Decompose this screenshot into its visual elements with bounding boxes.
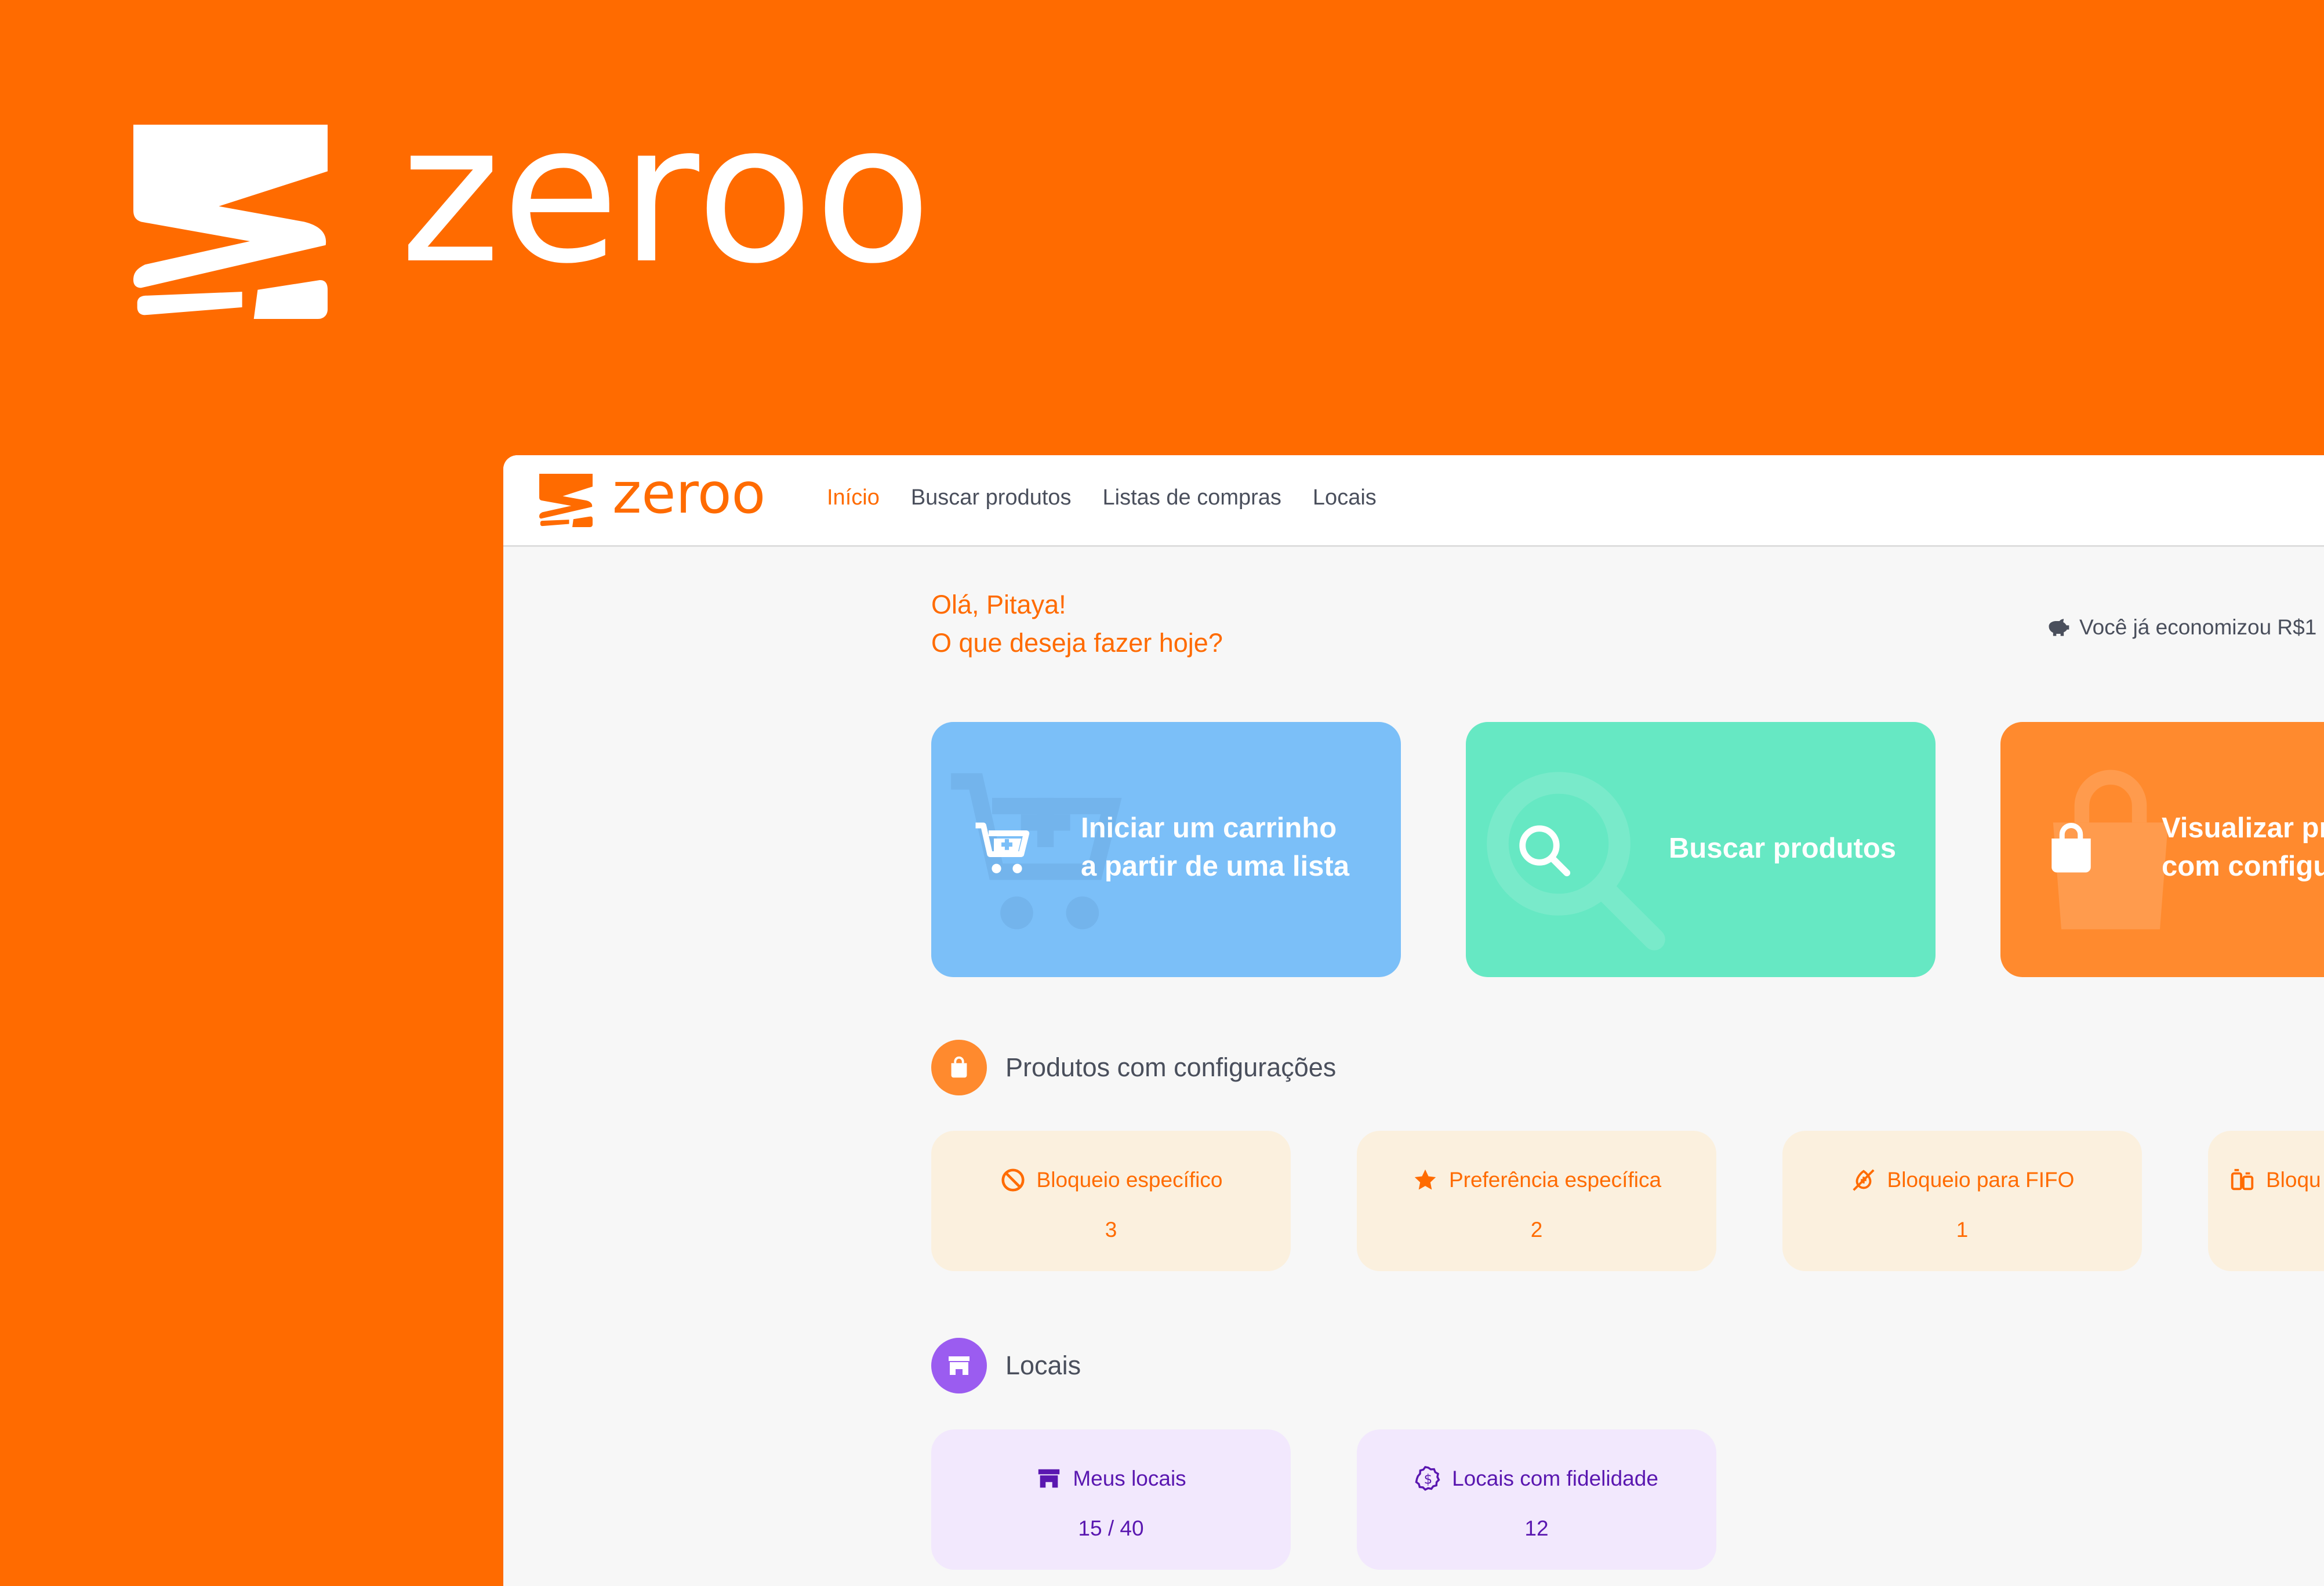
view-configured-label: Visualizar pr com configu bbox=[2162, 809, 2324, 885]
store-icon bbox=[931, 1338, 987, 1393]
brand-logo-icon bbox=[133, 125, 328, 319]
app-logo-icon[interactable] bbox=[539, 474, 593, 527]
search-icon bbox=[1519, 825, 1571, 877]
top-navigation-bar: zeroo Início Buscar produtos Listas de c… bbox=[503, 455, 2324, 547]
my-locations-count: 15 / 40 bbox=[1078, 1516, 1144, 1540]
specific-block-card[interactable]: Bloqueio específico 3 bbox=[931, 1131, 1291, 1271]
nav-item-locais[interactable]: Locais bbox=[1313, 485, 1377, 510]
savings-text: Você já economizou R$1 bbox=[2079, 615, 2317, 639]
dollar-badge-icon: $ bbox=[1415, 1465, 1440, 1491]
nav-item-inicio[interactable]: Início bbox=[827, 485, 880, 510]
bag-icon bbox=[2051, 823, 2091, 873]
products-config-title: Produtos com configurações bbox=[1005, 1053, 1337, 1082]
specific-preference-label: Preferência específica bbox=[1448, 1168, 1662, 1192]
products-config-section-header: Produtos com configurações bbox=[931, 1040, 1336, 1095]
start-cart-from-list-card[interactable]: Iniciar um carrinho a partir de uma list… bbox=[931, 722, 1401, 977]
block-card-partial-label: Bloqu bbox=[2266, 1168, 2321, 1192]
view-configured-products-card[interactable]: Visualizar pr com configu bbox=[2000, 722, 2324, 977]
search-watermark-icon bbox=[1487, 772, 1665, 950]
locations-section-header: Locais bbox=[931, 1338, 1081, 1393]
fifo-block-label: Bloqueio para FIFO bbox=[1887, 1168, 2075, 1192]
brand-wordmark: zeroo bbox=[400, 83, 933, 306]
block-card-partial[interactable]: Bloqu bbox=[2208, 1131, 2324, 1271]
nav-item-buscar-produtos[interactable]: Buscar produtos bbox=[911, 485, 1072, 510]
specific-preference-card[interactable]: Preferência específica 2 bbox=[1357, 1131, 1716, 1271]
search-products-label: Buscar produtos bbox=[1669, 833, 1897, 864]
fifo-block-card[interactable]: Bloqueio para FIFO 1 bbox=[1782, 1131, 2142, 1271]
greeting-question: O que deseja fazer hoje? bbox=[931, 628, 1223, 658]
greeting-name: Olá, Pitaya! bbox=[931, 590, 1066, 619]
piggy-bank-icon bbox=[2049, 619, 2069, 636]
nav-item-listas-de-compras[interactable]: Listas de compras bbox=[1103, 485, 1281, 510]
boxes-icon bbox=[2231, 1168, 2254, 1191]
savings-summary: Você já economizou R$1 bbox=[2046, 615, 2316, 640]
loyalty-locations-card[interactable]: $ Locais com fidelidade 12 bbox=[1357, 1429, 1716, 1570]
locations-title: Locais bbox=[1005, 1351, 1081, 1380]
view-configured-label-line1: Visualizar pr bbox=[2162, 812, 2324, 844]
app-window: zeroo Início Buscar produtos Listas de c… bbox=[503, 455, 2324, 1586]
main-nav: Início Buscar produtos Listas de compras… bbox=[827, 485, 1377, 510]
star-icon bbox=[1414, 1169, 1436, 1190]
my-locations-label: Meus locais bbox=[1073, 1467, 1186, 1490]
my-locations-card[interactable]: Meus locais 15 / 40 bbox=[931, 1429, 1291, 1570]
greeting: Olá, Pitaya! O que deseja fazer hoje? bbox=[931, 586, 1223, 662]
start-cart-label-line2: a partir de uma lista bbox=[1081, 851, 1349, 882]
store-icon bbox=[1038, 1469, 1060, 1488]
view-configured-label-line2: com configu bbox=[2162, 851, 2324, 882]
search-products-card[interactable]: Buscar produtos bbox=[1466, 722, 1936, 977]
fifo-block-icon bbox=[1852, 1169, 1875, 1191]
specific-block-label: Bloqueio específico bbox=[1036, 1168, 1223, 1192]
app-wordmark[interactable]: zeroo bbox=[612, 466, 765, 521]
specific-preference-count: 2 bbox=[1530, 1218, 1543, 1242]
start-cart-label: Iniciar um carrinho a partir de uma list… bbox=[1081, 809, 1349, 885]
cart-plus-icon bbox=[975, 822, 1030, 873]
block-icon bbox=[1001, 1168, 1025, 1192]
svg-text:$: $ bbox=[1424, 1472, 1433, 1487]
fifo-block-count: 1 bbox=[1956, 1218, 1969, 1242]
loyalty-locations-count: 12 bbox=[1524, 1516, 1549, 1540]
start-cart-label-line1: Iniciar um carrinho bbox=[1081, 812, 1337, 844]
loyalty-locations-label: Locais com fidelidade bbox=[1452, 1467, 1658, 1490]
specific-block-count: 3 bbox=[1105, 1218, 1117, 1242]
bag-icon bbox=[931, 1040, 987, 1095]
